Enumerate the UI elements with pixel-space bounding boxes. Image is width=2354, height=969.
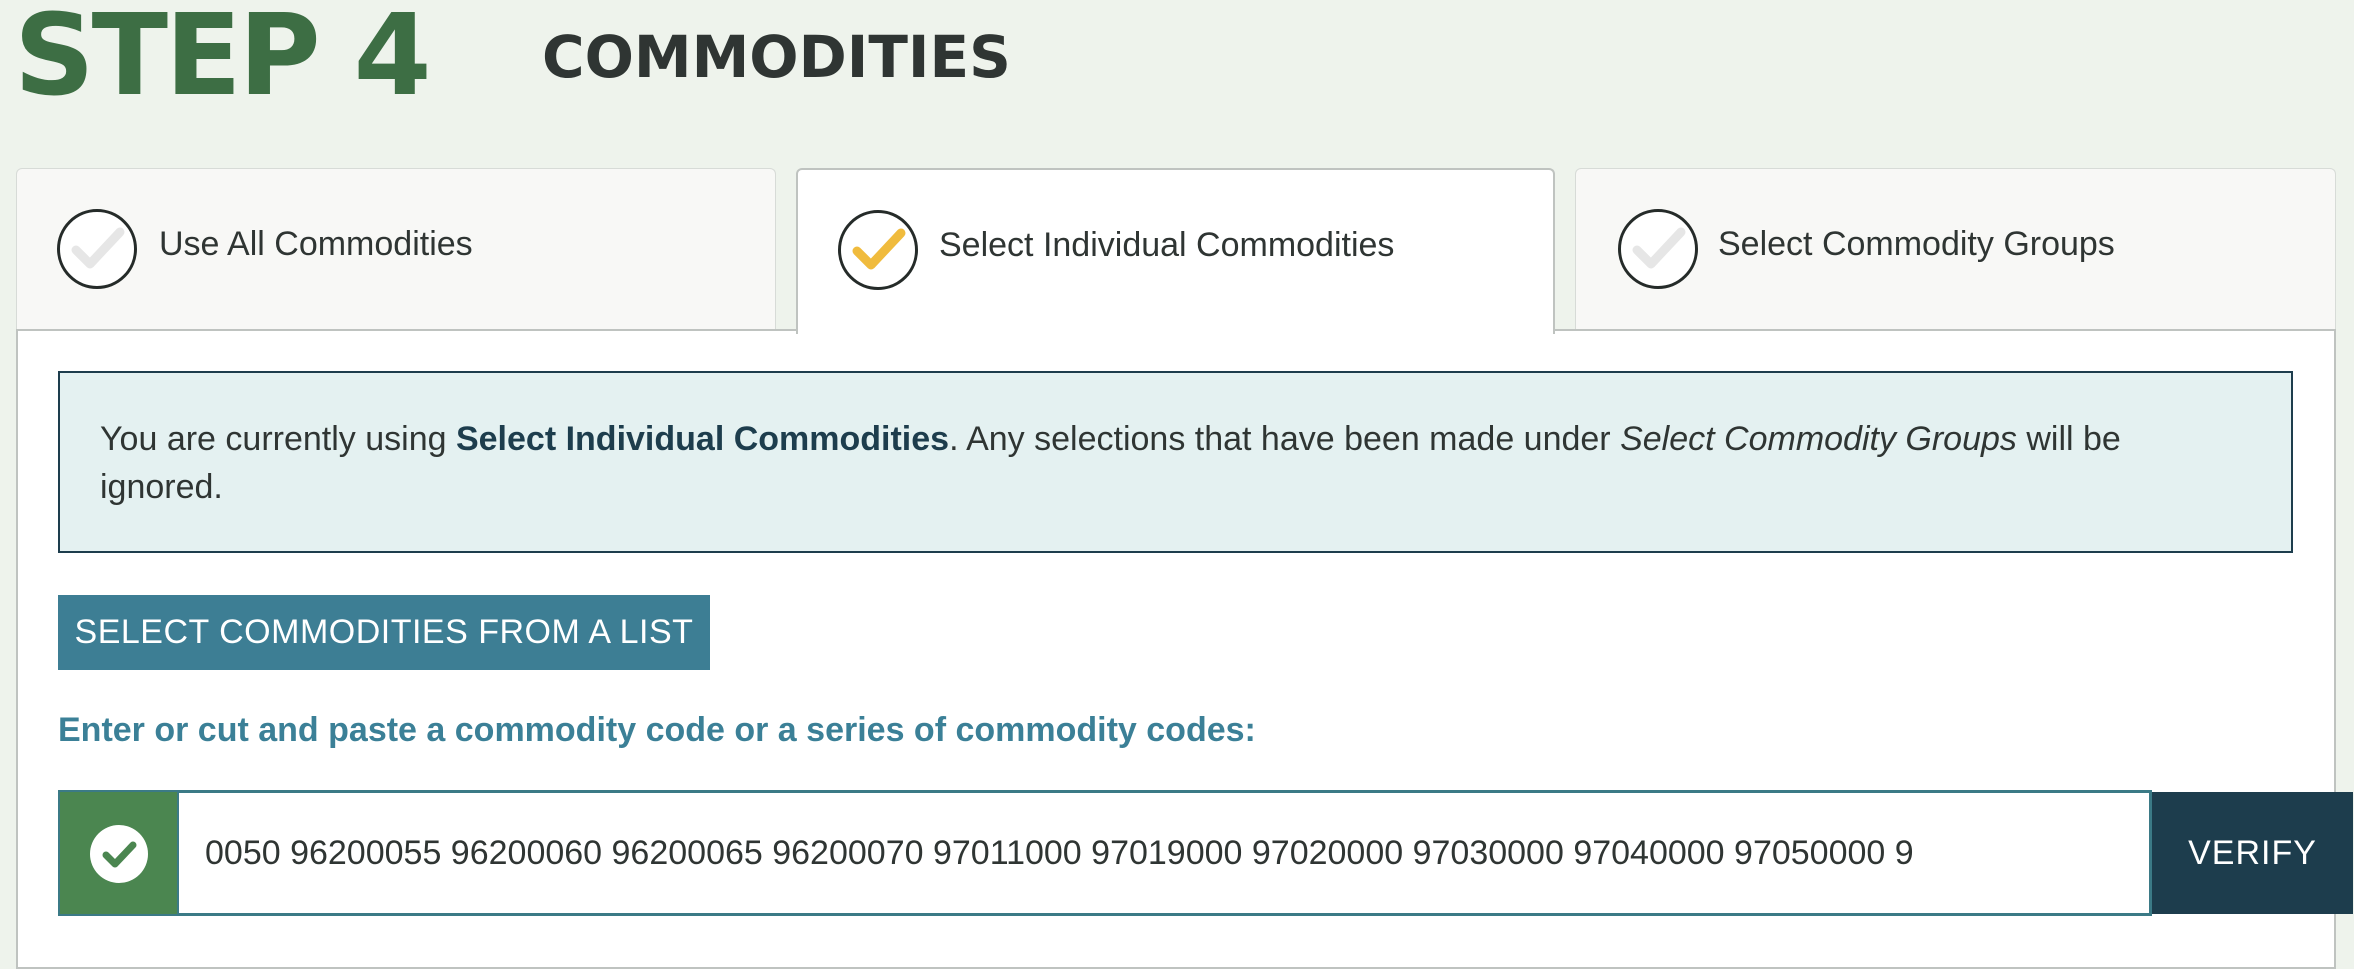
header: STEP 4 COMMODITIES — [0, 0, 2354, 160]
commodity-codes-row: VERIFY — [58, 790, 2353, 916]
page-title: COMMODITIES — [542, 23, 1011, 91]
tab-label: Select Individual Commodities — [939, 226, 1395, 264]
info-prefix: You are currently using — [100, 420, 456, 458]
select-commodities-from-list-button[interactable]: SELECT COMMODITIES FROM A LIST — [58, 595, 710, 670]
tab-select-commodity-groups[interactable]: Select Commodity Groups — [1575, 168, 2336, 330]
info-current-option: Select Individual Commodities — [455, 420, 950, 458]
info-message: You are currently using Select Individua… — [58, 371, 2293, 553]
tab-label: Select Commodity Groups — [1718, 225, 2115, 263]
info-middle: . Any selections that have been made und… — [949, 420, 1621, 458]
unchecked-circle-icon — [57, 209, 137, 289]
tab-use-all-commodities[interactable]: Use All Commodities — [16, 168, 776, 330]
valid-status — [58, 790, 179, 916]
verify-button[interactable]: VERIFY — [2152, 792, 2353, 914]
info-other-option: Select Commodity Groups — [1620, 420, 2017, 458]
commodity-codes-input[interactable] — [179, 790, 2152, 916]
tab-select-individual-commodities[interactable]: Select Individual Commodities — [796, 168, 1555, 334]
tab-label: Use All Commodities — [159, 225, 473, 263]
check-icon — [90, 825, 148, 883]
unchecked-circle-icon — [1618, 209, 1698, 289]
step-number: STEP 4 — [14, 0, 432, 121]
instructions-label: Enter or cut and paste a commodity code … — [58, 711, 1256, 749]
checked-circle-icon — [838, 210, 918, 290]
tab-panel: You are currently using Select Individua… — [16, 329, 2353, 969]
